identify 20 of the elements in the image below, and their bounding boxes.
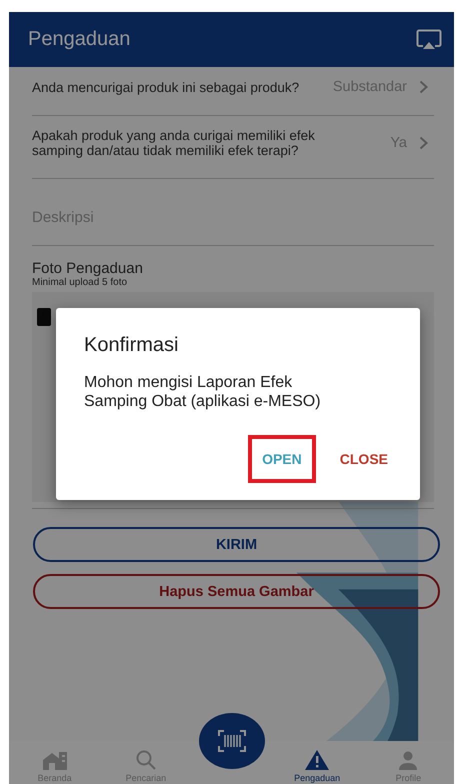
person-icon (397, 751, 420, 771)
search-icon (134, 749, 157, 771)
submit-button[interactable]: KIRIM (33, 527, 440, 562)
dialog-message: Mohon mengisi Laporan Efek Samping Obat (aplikasi e-MESO) (84, 373, 322, 411)
chevron-right-icon (419, 136, 428, 150)
delete-all-button[interactable]: Hapus Semua Gambar (33, 574, 440, 609)
close-button[interactable]: CLOSE (330, 439, 398, 479)
question-label: Anda mencurigai produk ini sebagai produk? (32, 80, 300, 94)
question-label: Apakah produk yang anda curigai memiliki efek samping dan/atau tidak memiliki efek terapi? (32, 128, 316, 158)
photo-thumbnail[interactable] (37, 308, 51, 326)
nav-tab[interactable]: Pengaduan (272, 741, 363, 784)
barcode-scan-icon (216, 729, 246, 753)
chevron-right-icon (419, 80, 428, 94)
upload-hint: Minimal upload 5 foto (32, 277, 128, 288)
screen-title: Pengaduan (28, 28, 130, 51)
warning-icon (304, 749, 330, 771)
section-title: Foto Pengaduan (32, 260, 144, 277)
home-icon (42, 751, 68, 771)
cast-screen-icon[interactable] (416, 28, 442, 50)
dialog-title: Konfirmasi (84, 334, 180, 357)
